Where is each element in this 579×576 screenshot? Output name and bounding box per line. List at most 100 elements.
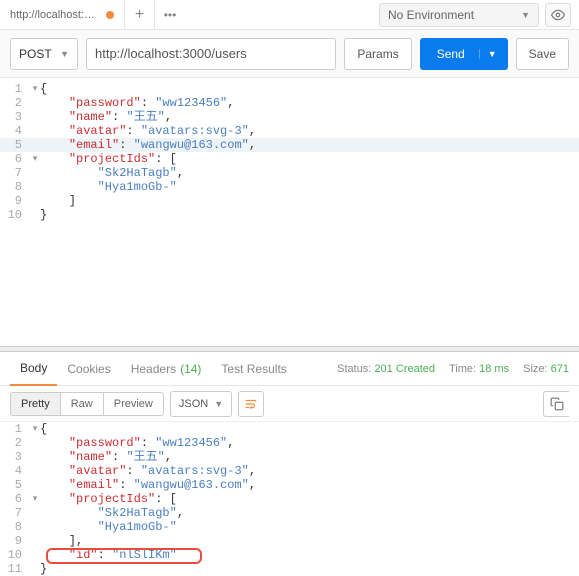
editor-empty-area [0,226,579,346]
time-label: Time: [449,363,476,375]
language-label: JSON [179,398,208,410]
line-number: 4 [0,124,30,138]
raw-button[interactable]: Raw [61,393,104,415]
response-tabs: Body Cookies Headers (14) Test Results S… [0,352,579,386]
chevron-down-icon[interactable]: ▼ [479,49,497,59]
code-line[interactable]: 3 "name": "王五", [0,450,579,464]
response-body-wrap: 1▾{2 "password": "ww123456",3 "name": "王… [0,422,579,576]
code-text: "Sk2HaTagb", [40,166,184,180]
wrap-lines-button[interactable] [238,391,264,417]
environment-select[interactable]: No Environment ▼ [379,3,539,27]
tab-headers[interactable]: Headers (14) [121,352,212,386]
line-number: 9 [0,194,30,208]
fold-toggle [30,96,40,110]
response-format-bar: Pretty Raw Preview JSON ▼ [0,386,579,422]
request-tab[interactable]: http://localhost:3000/u [0,0,125,30]
view-environment-button[interactable] [545,3,571,27]
eye-icon [551,8,565,22]
environment-label: No Environment [388,8,474,22]
code-text: "email": "wangwu@163.com", [40,138,256,152]
fold-toggle [30,208,40,222]
fold-toggle [30,562,40,576]
line-number: 8 [0,520,30,534]
copy-response-button[interactable] [543,391,569,417]
code-text: } [40,208,47,222]
tab-body[interactable]: Body [10,352,57,386]
code-line[interactable]: 5 "email": "wangwu@163.com", [0,478,579,492]
fold-toggle [30,138,40,152]
fold-toggle[interactable]: ▾ [30,82,40,96]
tab-overflow-button[interactable]: ••• [155,8,185,22]
new-tab-button[interactable]: + [125,0,155,30]
preview-button[interactable]: Preview [104,393,163,415]
fold-toggle [30,506,40,520]
code-line[interactable]: 9 ], [0,534,579,548]
request-body-editor[interactable]: 1▾{2 "password": "ww123456",3 "name": "王… [0,78,579,226]
code-line[interactable]: 1▾{ [0,422,579,436]
line-number: 2 [0,96,30,110]
code-line[interactable]: 1▾{ [0,82,579,96]
code-line[interactable]: 10} [0,208,579,222]
http-method-select[interactable]: POST ▼ [10,38,78,70]
code-line[interactable]: 5 "email": "wangwu@163.com", [0,138,579,152]
code-line[interactable]: 8 "Hya1moGb-" [0,520,579,534]
code-line[interactable]: 2 "password": "ww123456", [0,96,579,110]
wrap-icon [244,397,258,411]
chevron-down-icon: ▼ [60,49,69,59]
pretty-button[interactable]: Pretty [11,393,61,415]
fold-toggle[interactable]: ▾ [30,152,40,166]
code-text: "password": "ww123456", [40,96,234,110]
fold-toggle[interactable]: ▾ [30,492,40,506]
code-line[interactable]: 6▾ "projectIds": [ [0,152,579,166]
line-number: 11 [0,562,30,576]
copy-icon [550,397,564,411]
line-number: 5 [0,138,30,152]
url-input[interactable] [86,38,336,70]
code-line[interactable]: 4 "avatar": "avatars:svg-3", [0,124,579,138]
chevron-down-icon: ▼ [521,10,530,20]
code-text: { [40,422,47,436]
request-tab-title: http://localhost:3000/u [10,9,100,21]
line-number: 10 [0,548,30,562]
environment-area: No Environment ▼ [379,3,579,27]
code-line[interactable]: 7 "Sk2HaTagb", [0,506,579,520]
line-number: 6 [0,152,30,166]
line-number: 8 [0,180,30,194]
save-button[interactable]: Save [516,38,569,70]
params-button[interactable]: Params [344,38,411,70]
unsaved-indicator-icon [106,11,114,19]
code-text: ], [40,534,83,548]
line-number: 9 [0,534,30,548]
tab-test-results[interactable]: Test Results [211,352,296,386]
fold-toggle [30,548,40,562]
code-line[interactable]: 2 "password": "ww123456", [0,436,579,450]
response-status: Status: 201 Created Time: 18 ms Size: 67… [337,363,569,375]
code-text: "password": "ww123456", [40,436,234,450]
code-line[interactable]: 10 "id": "nlSlIKm" [0,548,579,562]
fold-toggle[interactable]: ▾ [30,422,40,436]
code-line[interactable]: 8 "Hya1moGb-" [0,180,579,194]
fold-toggle [30,436,40,450]
status-label: Status: [337,363,371,375]
fold-toggle [30,110,40,124]
code-line[interactable]: 3 "name": "王五", [0,110,579,124]
tab-cookies[interactable]: Cookies [57,352,120,386]
code-line[interactable]: 7 "Sk2HaTagb", [0,166,579,180]
fold-toggle [30,464,40,478]
request-bar: POST ▼ Params Send ▼ Save [0,30,579,78]
line-number: 4 [0,464,30,478]
response-body-viewer[interactable]: 1▾{2 "password": "ww123456",3 "name": "王… [0,422,579,576]
code-text: "email": "wangwu@163.com", [40,478,256,492]
send-button[interactable]: Send ▼ [420,38,508,70]
code-line[interactable]: 4 "avatar": "avatars:svg-3", [0,464,579,478]
fold-toggle [30,166,40,180]
view-mode-group: Pretty Raw Preview [10,392,164,416]
code-line[interactable]: 9 ] [0,194,579,208]
code-line[interactable]: 6▾ "projectIds": [ [0,492,579,506]
code-line[interactable]: 11} [0,562,579,576]
code-text: "Hya1moGb-" [40,180,177,194]
code-text: "Sk2HaTagb", [40,506,184,520]
line-number: 10 [0,208,30,222]
code-text: } [40,562,47,576]
language-select[interactable]: JSON ▼ [170,391,232,417]
